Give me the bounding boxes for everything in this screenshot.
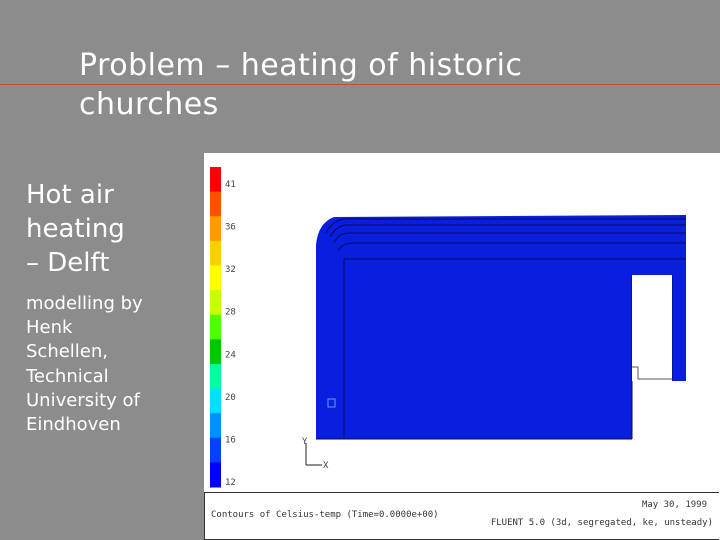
axis-y-label: Y — [302, 437, 308, 447]
color-legend-swatch — [210, 216, 221, 242]
subheading-line-2: heating — [26, 214, 125, 244]
color-legend-swatch — [210, 167, 221, 193]
axis-x-label: X — [323, 461, 329, 471]
color-legend-swatch — [210, 290, 221, 316]
credit-text: modelling by Henk Schellen, Technical Un… — [26, 292, 196, 437]
color-legend-value: 32 — [225, 265, 236, 275]
credit-line-5: University of — [26, 389, 140, 411]
color-legend-value: 16 — [225, 435, 236, 445]
credit-line-4: Technical — [26, 365, 109, 387]
color-legend-swatch — [210, 462, 221, 488]
axis-indicator — [305, 443, 322, 466]
slide-title-line-2: churches — [79, 87, 219, 122]
color-legend-value: 20 — [225, 393, 236, 403]
church-section — [316, 215, 686, 440]
plot-caption: Contours of Celsius-temp (Time=0.0000e+0… — [204, 492, 719, 540]
simulation-figure: 41 36 32 28 24 20 16 12 Y X Contours of Celsius… — [204, 153, 720, 540]
caption-contour-description: Contours of Celsius-temp (Time=0.0000e+0… — [211, 510, 439, 520]
color-legend: 41 36 32 28 24 20 16 12 — [210, 167, 236, 488]
church-window-opening — [632, 275, 672, 381]
credit-line-1: modelling by — [26, 293, 143, 314]
subheading: Hot air heating – Delft — [26, 178, 196, 280]
color-legend-value: 41 — [225, 180, 236, 190]
slide-title-line-1: Problem – heating of historic — [79, 48, 523, 83]
subheading-line-1: Hot air — [26, 180, 114, 210]
color-legend-value: 24 — [225, 350, 236, 360]
caption-date: May 30, 1999 — [641, 500, 707, 510]
color-legend-value: 36 — [225, 223, 236, 233]
color-legend-swatch — [210, 437, 221, 463]
color-legend-swatch — [210, 265, 221, 291]
credit-line-3: Schellen, — [26, 341, 109, 363]
credit-line-6: Eindhoven — [26, 414, 121, 436]
color-legend-swatch — [210, 339, 221, 365]
color-legend-swatch — [210, 191, 221, 217]
color-legend-value: 12 — [225, 478, 236, 488]
credit-line-2: Henk — [26, 317, 73, 339]
color-legend-swatch — [210, 413, 221, 439]
color-legend-swatch — [210, 363, 221, 390]
subheading-line-3: – Delft — [26, 248, 110, 278]
church-section-fill — [316, 215, 686, 439]
color-legend-swatch — [210, 388, 221, 414]
caption-solver-info: FLUENT 5.0 (3d, segregated, ke, unsteady… — [490, 518, 713, 528]
color-legend-swatch — [210, 314, 221, 340]
slide-title: Problem – heating of historic churches — [79, 46, 679, 124]
color-legend-value: 28 — [225, 308, 236, 318]
contour-plot: 41 36 32 28 24 20 16 12 Y X — [210, 167, 686, 488]
color-legend-swatch — [210, 240, 221, 266]
